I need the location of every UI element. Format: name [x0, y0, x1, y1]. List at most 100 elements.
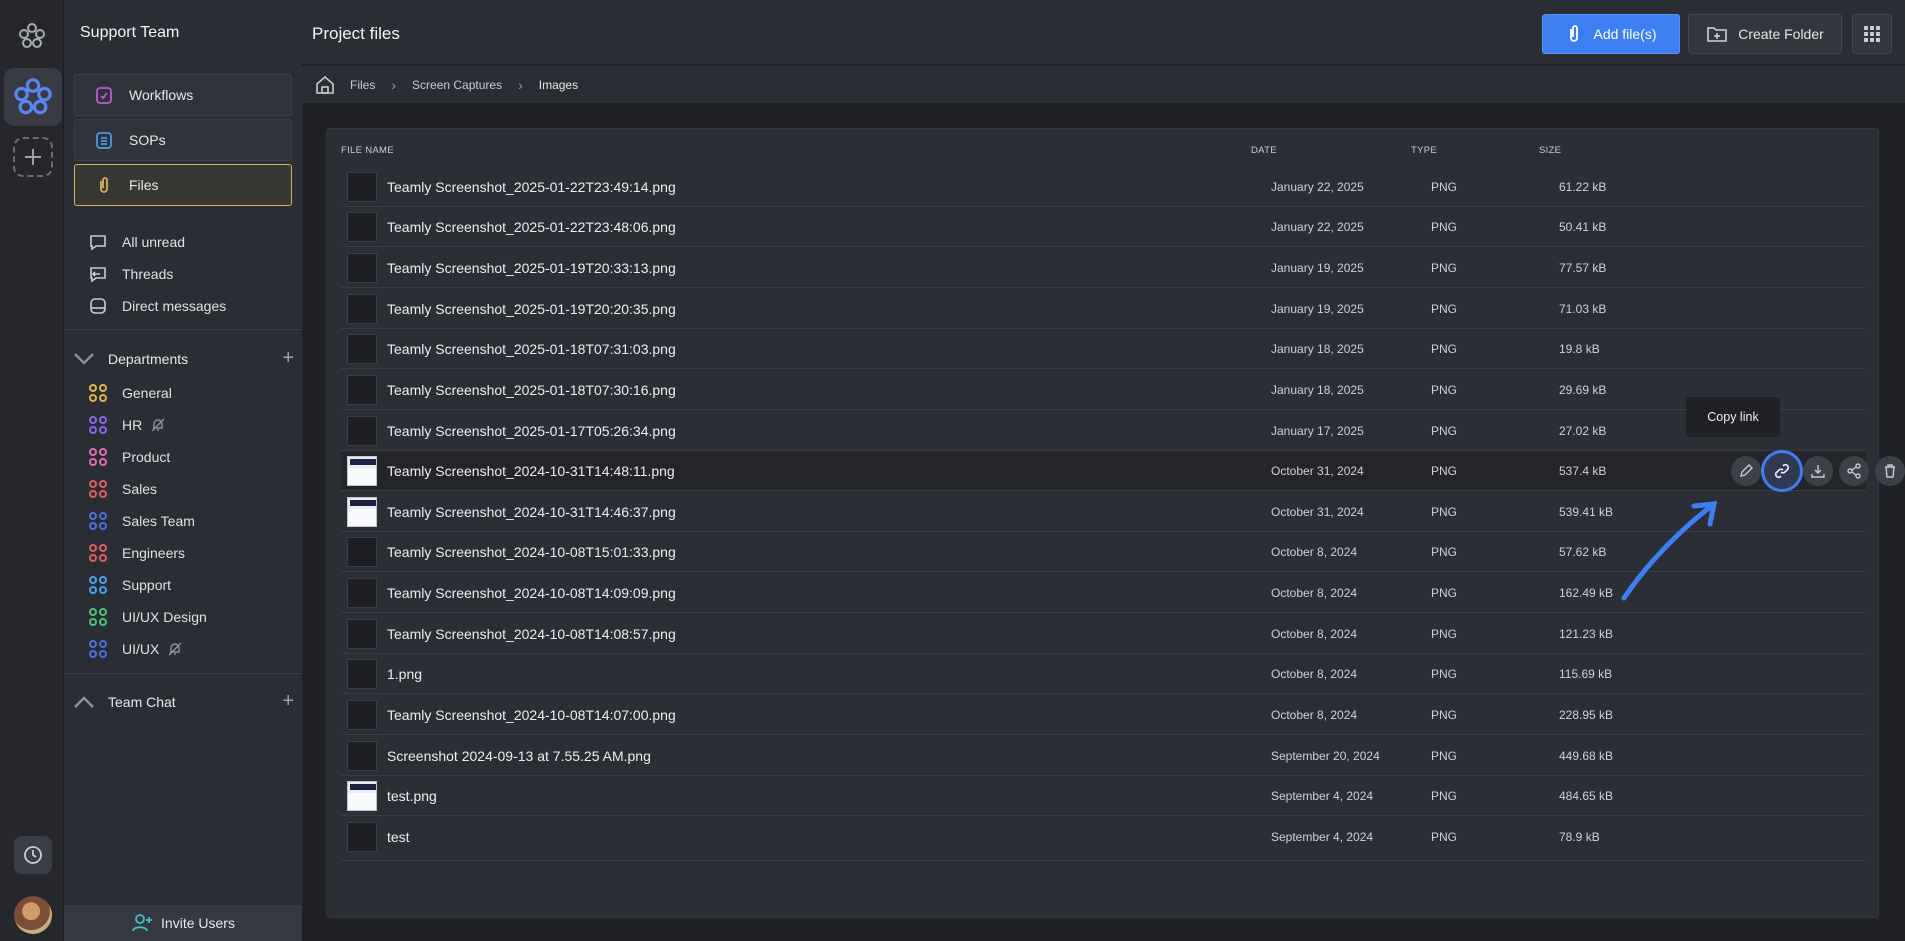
- nav-label: Workflows: [129, 87, 194, 103]
- table-row[interactable]: Teamly Screenshot_2025-01-18T07:31:03.pn…: [341, 329, 1866, 369]
- column-header-size[interactable]: SIZE: [1539, 145, 1561, 156]
- file-thumbnail[interactable]: [347, 172, 377, 202]
- file-name[interactable]: Teamly Screenshot_2025-01-18T07:31:03.pn…: [387, 341, 676, 357]
- table-header: FILE NAME DATE TYPE SIZE: [341, 141, 1866, 163]
- breadcrumb-screen-captures[interactable]: Screen Captures: [412, 78, 502, 92]
- department-item[interactable]: UI/UX Design: [88, 607, 207, 627]
- table-row[interactable]: Teamly Screenshot_2024-10-08T14:07:00.pn…: [341, 695, 1866, 735]
- file-thumbnail[interactable]: [347, 700, 377, 730]
- file-name[interactable]: Teamly Screenshot_2024-10-08T14:09:09.pn…: [387, 585, 676, 601]
- table-row[interactable]: test September 4, 2024 PNG 78.9 kB: [341, 817, 1866, 861]
- top-header: Project files Add file(s) Create Folder: [302, 0, 1905, 65]
- section-title: Departments: [108, 350, 189, 367]
- breadcrumb-files[interactable]: Files: [350, 78, 375, 92]
- file-thumbnail[interactable]: [347, 741, 377, 771]
- department-item[interactable]: Sales Team: [88, 511, 195, 531]
- file-name[interactable]: Teamly Screenshot_2025-01-18T07:30:16.pn…: [387, 382, 676, 398]
- department-item[interactable]: Engineers: [88, 543, 185, 563]
- table-row[interactable]: Screenshot 2024-09-13 at 7.55.25 AM.png S…: [341, 736, 1866, 776]
- file-thumbnail[interactable]: [347, 416, 377, 446]
- file-name[interactable]: Teamly Screenshot_2025-01-19T20:20:35.pn…: [387, 301, 676, 317]
- file-thumbnail[interactable]: [347, 456, 377, 486]
- section-title: Team Chat: [108, 693, 176, 710]
- file-name[interactable]: Teamly Screenshot_2025-01-22T23:48:06.pn…: [387, 219, 676, 235]
- file-thumbnail[interactable]: [347, 294, 377, 324]
- file-name[interactable]: Teamly Screenshot_2025-01-19T20:33:13.pn…: [387, 260, 676, 276]
- create-folder-button[interactable]: Create Folder: [1688, 14, 1842, 54]
- file-thumbnail[interactable]: [347, 212, 377, 242]
- column-header-type[interactable]: TYPE: [1411, 145, 1437, 156]
- table-row[interactable]: Teamly Screenshot_2025-01-22T23:49:14.pn…: [341, 167, 1866, 207]
- download-button[interactable]: [1803, 456, 1833, 486]
- table-row[interactable]: Teamly Screenshot_2025-01-19T20:33:13.pn…: [341, 248, 1866, 288]
- link-threads[interactable]: Threads: [88, 264, 173, 284]
- copy-link-button[interactable]: [1761, 450, 1803, 492]
- user-avatar[interactable]: [14, 896, 52, 934]
- chevron-down-icon: [72, 349, 96, 369]
- table-row[interactable]: test.png September 4, 2024 PNG 484.65 kB: [341, 776, 1866, 816]
- file-name[interactable]: Teamly Screenshot_2025-01-22T23:49:14.pn…: [387, 179, 676, 195]
- file-date: January 22, 2025: [1271, 180, 1364, 194]
- nav-files[interactable]: Files: [74, 164, 292, 206]
- table-row[interactable]: Teamly Screenshot_2024-10-08T14:08:57.pn…: [341, 614, 1866, 654]
- add-department-icon[interactable]: +: [282, 347, 294, 370]
- file-thumbnail[interactable]: [347, 822, 377, 852]
- file-thumbnail[interactable]: [347, 253, 377, 283]
- file-name[interactable]: Teamly Screenshot_2024-10-08T15:01:33.pn…: [387, 544, 676, 560]
- department-item[interactable]: Support: [88, 575, 171, 595]
- table-row[interactable]: Teamly Screenshot_2024-10-31T14:48:11.pn…: [341, 450, 1905, 492]
- departments-header[interactable]: Departments +: [72, 347, 294, 370]
- department-icon: [88, 511, 108, 531]
- table-row[interactable]: Teamly Screenshot_2025-01-22T23:48:06.pn…: [341, 207, 1866, 247]
- link-direct-messages[interactable]: Direct messages: [88, 296, 226, 316]
- team-chat-header[interactable]: Team Chat +: [72, 690, 294, 713]
- download-icon: [1811, 465, 1825, 478]
- department-item[interactable]: General: [88, 383, 172, 403]
- file-thumbnail[interactable]: [347, 619, 377, 649]
- table-row[interactable]: Teamly Screenshot_2025-01-19T20:20:35.pn…: [341, 289, 1866, 329]
- delete-button[interactable]: [1875, 456, 1905, 486]
- workspace-switch-button[interactable]: [4, 68, 62, 126]
- file-thumbnail[interactable]: [347, 578, 377, 608]
- grid-view-button[interactable]: [1852, 14, 1892, 54]
- page-title: Project files: [312, 24, 400, 43]
- column-header-date[interactable]: DATE: [1251, 145, 1277, 156]
- add-chat-icon[interactable]: +: [282, 690, 294, 713]
- nav-sops[interactable]: SOPs: [74, 119, 292, 161]
- file-name[interactable]: Teamly Screenshot_2024-10-08T14:08:57.pn…: [387, 626, 676, 642]
- table-row[interactable]: 1.png October 8, 2024 PNG 115.69 kB: [341, 654, 1866, 694]
- file-thumbnail[interactable]: [347, 375, 377, 405]
- department-item[interactable]: Sales: [88, 479, 157, 499]
- add-workspace-button[interactable]: [13, 137, 53, 177]
- department-label: UI/UX: [122, 641, 160, 657]
- column-header-name[interactable]: FILE NAME: [341, 145, 394, 156]
- file-thumbnail[interactable]: [347, 659, 377, 689]
- home-icon[interactable]: [314, 74, 336, 96]
- file-name[interactable]: Teamly Screenshot_2024-10-08T14:07:00.pn…: [387, 707, 676, 723]
- file-name[interactable]: Teamly Screenshot_2024-10-31T14:48:11.pn…: [387, 463, 675, 479]
- add-files-button[interactable]: Add file(s): [1542, 14, 1680, 54]
- rename-button[interactable]: [1731, 456, 1761, 486]
- annotation-arrow-icon: [1621, 501, 1718, 601]
- file-thumbnail[interactable]: [347, 781, 377, 811]
- invite-users-button[interactable]: Invite Users: [64, 905, 302, 941]
- file-thumbnail[interactable]: [347, 537, 377, 567]
- table-row[interactable]: Teamly Screenshot_2025-01-18T07:30:16.pn…: [341, 370, 1866, 410]
- file-name[interactable]: Teamly Screenshot_2024-10-31T14:46:37.pn…: [387, 504, 676, 520]
- share-button[interactable]: [1839, 456, 1869, 486]
- department-item[interactable]: UI/UX: [88, 639, 183, 659]
- file-name[interactable]: test.png: [387, 788, 437, 804]
- link-all-unread[interactable]: All unread: [88, 232, 185, 252]
- nav-workflows[interactable]: Workflows: [74, 74, 292, 116]
- department-item[interactable]: HR: [88, 415, 166, 435]
- file-name[interactable]: test: [387, 829, 410, 845]
- file-name[interactable]: Screenshot 2024-09-13 at 7.55.25 AM.png: [387, 748, 651, 764]
- file-name[interactable]: 1.png: [387, 666, 422, 682]
- department-item[interactable]: Product: [88, 447, 170, 467]
- clock-icon[interactable]: [14, 836, 52, 874]
- table-row[interactable]: Teamly Screenshot_2025-01-17T05:26:34.pn…: [341, 411, 1866, 451]
- divider: [64, 673, 302, 674]
- file-name[interactable]: Teamly Screenshot_2025-01-17T05:26:34.pn…: [387, 423, 676, 439]
- file-thumbnail[interactable]: [347, 334, 377, 364]
- file-thumbnail[interactable]: [347, 497, 377, 527]
